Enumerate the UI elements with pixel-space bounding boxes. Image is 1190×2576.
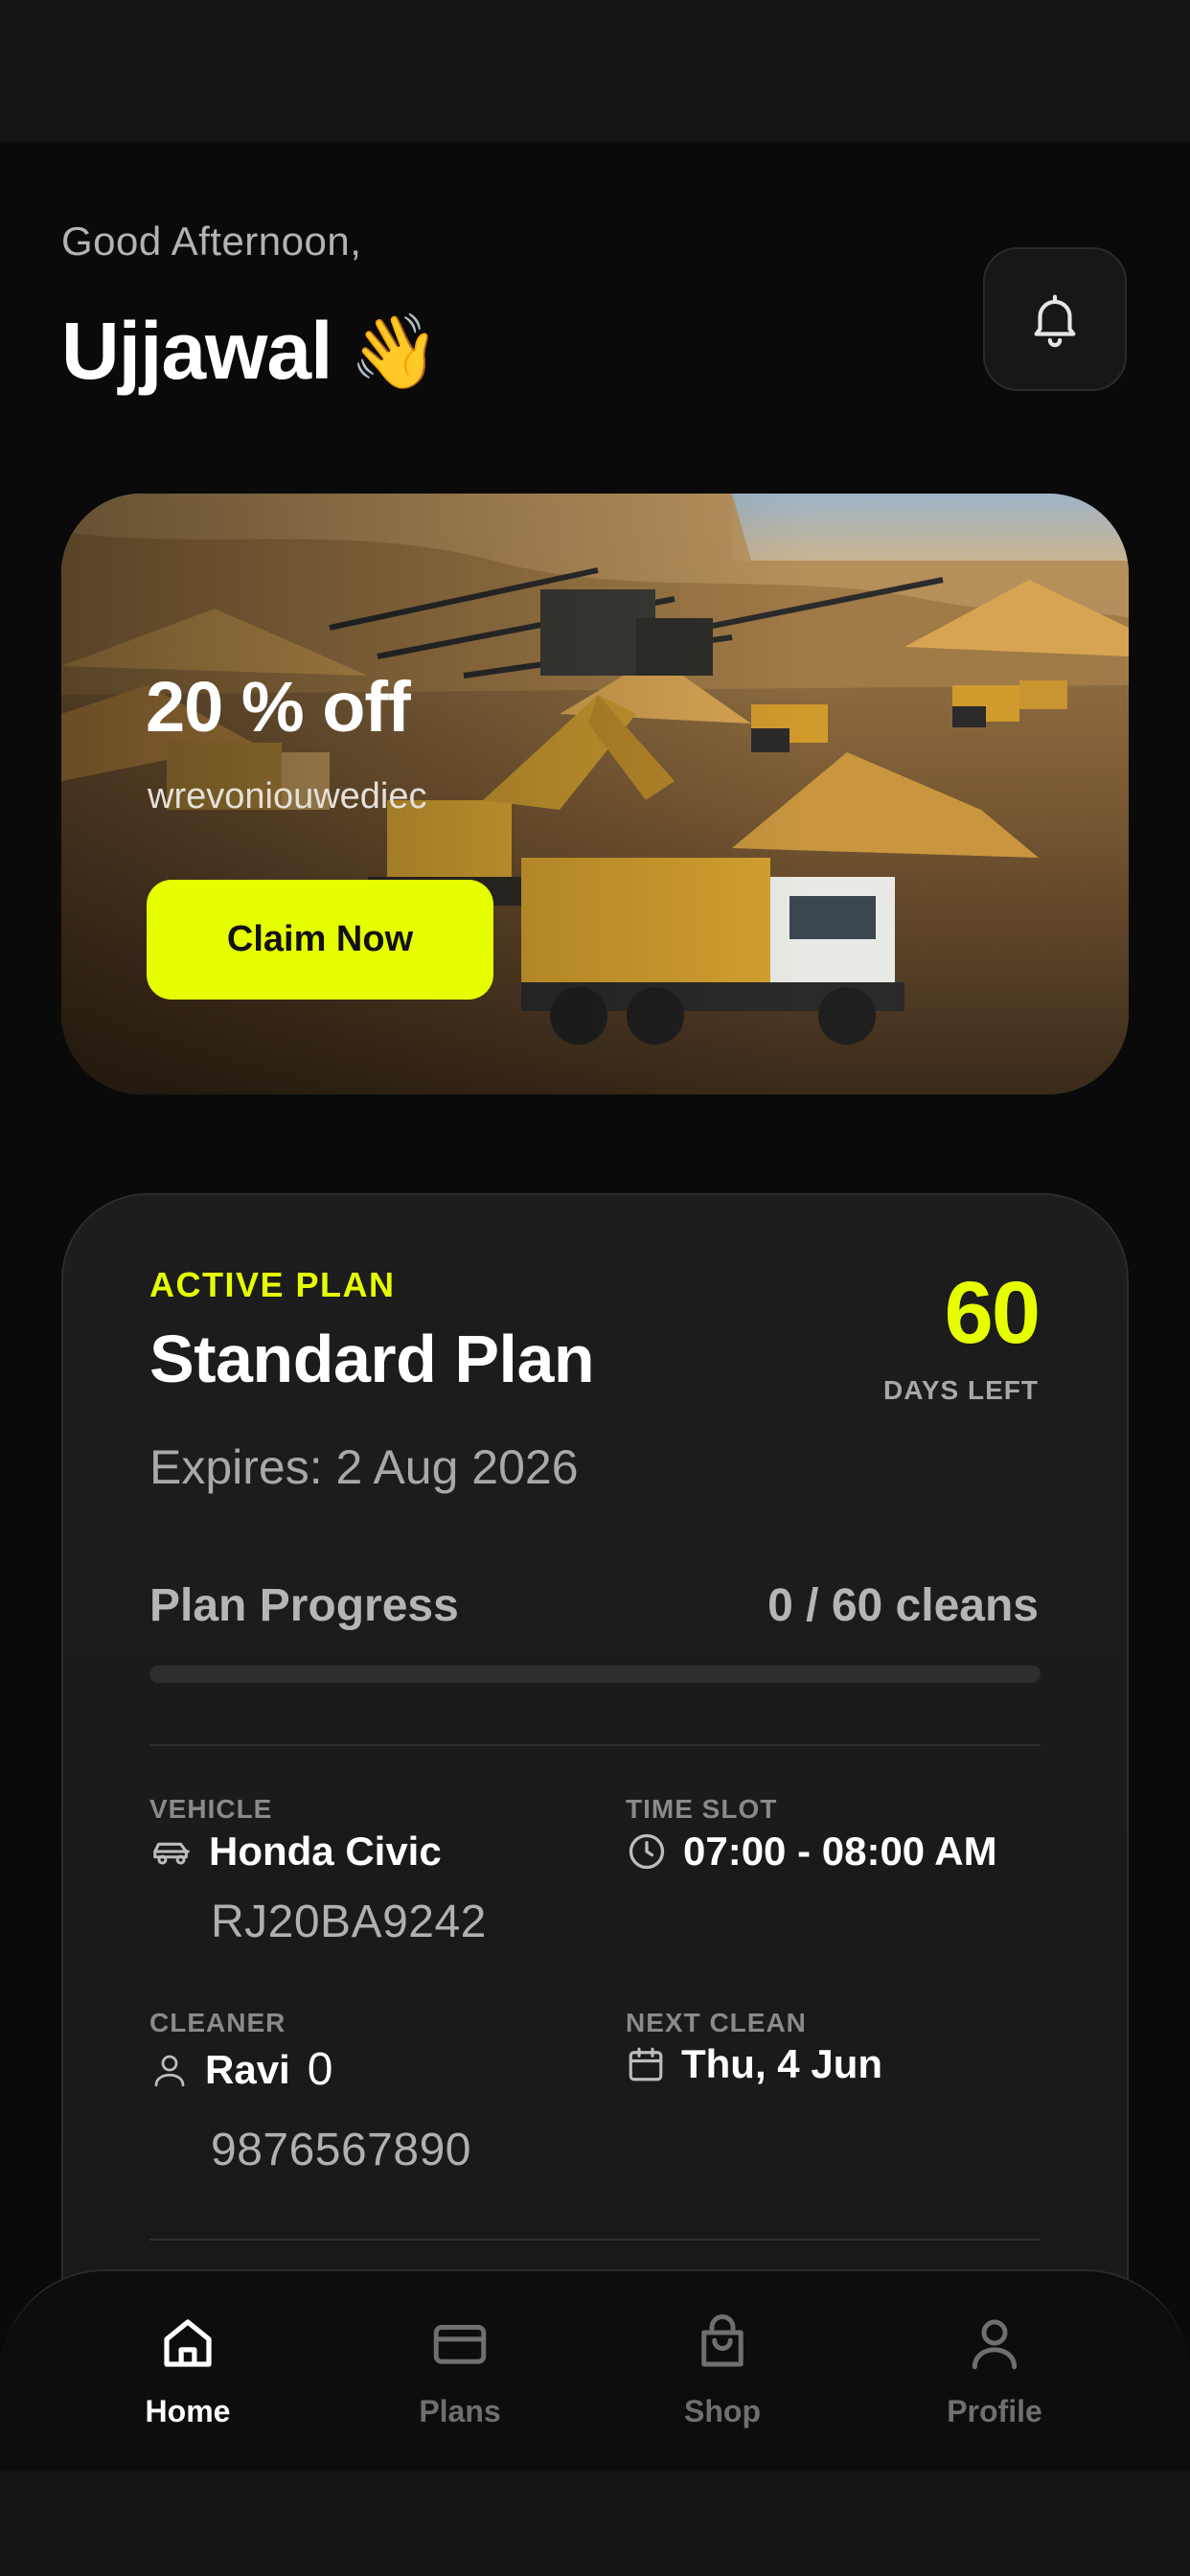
- user-name-heading: Ujjawal 👋: [61, 305, 440, 398]
- home-icon: [154, 2310, 221, 2377]
- claim-now-button[interactable]: Claim Now: [147, 880, 493, 1000]
- nav-plans-label: Plans: [419, 2394, 501, 2428]
- active-plan-label: ACTIVE PLAN: [149, 1265, 396, 1304]
- wave-emoji: 👋: [349, 308, 440, 394]
- days-left-value: 60: [944, 1264, 1041, 1362]
- next-clean-text: Thu, 4 Jun: [681, 2041, 882, 2086]
- nav-plans[interactable]: Plans: [364, 2310, 556, 2429]
- time-slot-label: TIME SLOT: [626, 1794, 778, 1824]
- plan-progress-count: 0 / 60 cleans: [767, 1580, 1039, 1631]
- status-bar: [0, 0, 1190, 142]
- promo-subtitle: wrevoniouwediec: [148, 776, 427, 816]
- next-clean-label: NEXT CLEAN: [626, 2008, 807, 2037]
- plan-progress-bar: [149, 1666, 1041, 1683]
- plan-expiry: Expires: 2 Aug 2026: [149, 1440, 579, 1494]
- vehicle-plate: RJ20BA9242: [211, 1897, 487, 1947]
- promo-banner[interactable]: 20 % off wrevoniouwediec Claim Now: [61, 494, 1129, 1094]
- nav-shop[interactable]: Shop: [627, 2310, 818, 2429]
- car-icon: [149, 1832, 194, 1871]
- card-icon: [426, 2310, 493, 2377]
- vehicle-value: Honda Civic: [149, 1828, 442, 1874]
- time-slot-text: 07:00 - 08:00 AM: [683, 1828, 997, 1874]
- user-name: Ujjawal: [61, 306, 332, 396]
- nav-profile-label: Profile: [947, 2394, 1042, 2428]
- divider: [149, 1744, 1041, 1746]
- cleaner-value: Ravi 0: [149, 2043, 332, 2096]
- nav-home[interactable]: Home: [92, 2310, 284, 2429]
- notification-button[interactable]: [983, 247, 1127, 391]
- greeting-text: Good Afternoon,: [61, 218, 362, 264]
- home-indicator-area: [0, 2471, 1190, 2576]
- days-left-label: DAYS LEFT: [883, 1375, 1039, 1405]
- bell-icon: [1034, 294, 1076, 348]
- next-clean-value: Thu, 4 Jun: [626, 2041, 882, 2087]
- cleaner-name: Ravi: [205, 2046, 290, 2092]
- nav-home-label: Home: [145, 2394, 231, 2428]
- nav-profile[interactable]: Profile: [899, 2310, 1090, 2429]
- promo-title: 20 % off: [146, 667, 411, 747]
- calendar-icon: [626, 2044, 666, 2084]
- shopping-bag-icon: [689, 2310, 756, 2377]
- cleaner-phone[interactable]: 9876567890: [211, 2124, 471, 2176]
- bottom-navigation: Home Plans Shop Profile: [0, 2269, 1190, 2471]
- plan-name: Standard Plan: [149, 1322, 595, 1396]
- plan-progress-label: Plan Progress: [149, 1580, 459, 1631]
- time-slot-value: 07:00 - 08:00 AM: [626, 1828, 997, 1874]
- clock-icon: [626, 1830, 668, 1873]
- nav-shop-label: Shop: [684, 2394, 761, 2428]
- vehicle-label: VEHICLE: [149, 1794, 273, 1824]
- divider: [149, 2239, 1041, 2241]
- vehicle-name: Honda Civic: [209, 1828, 442, 1874]
- cleaner-count: 0: [307, 2044, 333, 2095]
- cleaner-label: CLEANER: [149, 2008, 286, 2037]
- profile-icon: [961, 2310, 1028, 2377]
- user-icon: [149, 2050, 190, 2090]
